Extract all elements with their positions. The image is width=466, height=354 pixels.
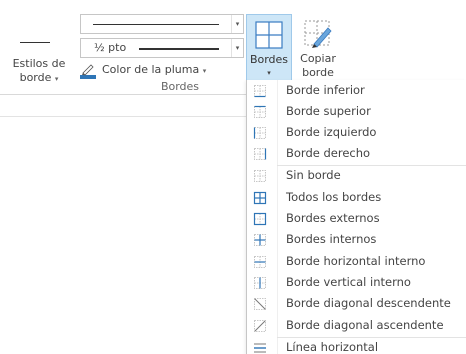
menu-item-border-left[interactable]: Borde izquierdo <box>247 123 466 144</box>
border-styles-button[interactable]: Estilos de borde ▾ <box>2 6 76 86</box>
chevron-down-icon[interactable]: ▾ <box>231 39 243 57</box>
menu-item-border-top[interactable]: Borde superior <box>247 102 466 123</box>
inside-borders-icon <box>254 234 266 246</box>
menu-item-label: Borde horizontal interno <box>286 254 426 268</box>
pen-color-icon <box>80 64 96 79</box>
line-style-select[interactable]: ▾ <box>80 14 244 34</box>
menu-item-label: Borde vertical interno <box>286 275 411 289</box>
menu-item-inside-horizontal-border[interactable]: Borde horizontal interno <box>247 252 466 273</box>
diagonal-up-border-icon <box>254 320 266 332</box>
copy-border-icon <box>304 20 332 48</box>
no-border-icon <box>254 170 266 182</box>
chevron-down-icon: ▾ <box>202 67 207 75</box>
menu-item-inside-vertical-border[interactable]: Borde vertical interno <box>247 273 466 294</box>
border-styles-label: Estilos de borde ▾ <box>2 57 76 86</box>
menu-item-label: Borde diagonal descendente <box>286 296 451 310</box>
document-divider <box>0 116 248 117</box>
menu-item-outside-borders[interactable]: Bordes externos <box>247 209 466 230</box>
borders-grid-icon <box>255 21 283 49</box>
menu-item-label: Bordes externos <box>286 211 380 225</box>
menu-item-label: Borde inferior <box>286 83 365 97</box>
borders-button[interactable]: Bordes ▾ <box>246 14 292 88</box>
copy-border-label-line1: Copiar <box>300 52 336 65</box>
menu-item-border-right[interactable]: Borde derecho <box>247 144 466 165</box>
menu-item-diagonal-down-border[interactable]: Borde diagonal descendente <box>247 294 466 315</box>
borders-dropdown-menu: Borde inferior Borde superior Borde izquie… <box>246 80 466 354</box>
borders-label: Bordes <box>249 53 289 66</box>
diagonal-down-border-icon <box>254 298 266 310</box>
pen-color-label: Color de la pluma ▾ <box>102 63 206 76</box>
group-label: Bordes <box>160 80 200 93</box>
horizontal-line-icon <box>254 343 266 353</box>
pen-color-text: Color de la pluma <box>102 63 200 76</box>
menu-item-horizontal-line[interactable]: Línea horizontal <box>247 338 466 354</box>
menu-item-label: Borde izquierdo <box>286 125 377 139</box>
menu-item-no-border[interactable]: Sin borde <box>247 166 466 187</box>
all-borders-icon <box>253 191 267 205</box>
menu-item-label: Línea horizontal <box>286 340 379 354</box>
menu-item-label: Bordes internos <box>286 232 377 246</box>
inside-horizontal-border-icon <box>254 256 266 268</box>
menu-item-label: Borde diagonal ascendente <box>286 318 444 332</box>
copy-border-button[interactable]: Copiar borde <box>294 14 342 88</box>
border-left-icon <box>253 127 266 139</box>
border-styles-label-line2: borde <box>19 71 52 84</box>
menu-item-label: Borde superior <box>286 104 371 118</box>
border-styles-label-line1: Estilos de <box>12 57 66 70</box>
line-style-preview <box>93 24 219 25</box>
chevron-down-icon: ▾ <box>267 69 271 77</box>
border-top-icon <box>254 105 266 118</box>
chevron-down-icon: ▾ <box>54 75 59 83</box>
outside-borders-icon <box>253 212 267 226</box>
menu-item-label: Todos los bordes <box>286 190 382 204</box>
line-weight-preview <box>139 48 219 50</box>
chevron-down-icon[interactable]: ▾ <box>231 15 243 33</box>
copy-border-label: Copiar borde <box>294 52 342 80</box>
copy-border-label-line2: borde <box>302 66 334 79</box>
border-bottom-icon <box>254 85 266 98</box>
menu-item-diagonal-up-border[interactable]: Borde diagonal ascendente <box>247 316 466 337</box>
border-style-sample <box>20 42 50 43</box>
menu-item-label: Sin borde <box>286 168 341 182</box>
border-right-icon <box>254 148 267 160</box>
inside-vertical-border-icon <box>254 277 266 289</box>
line-weight-select[interactable]: ½ pto ▾ <box>80 38 244 58</box>
line-weight-value: ½ pto <box>94 41 127 54</box>
menu-item-label: Borde derecho <box>286 146 371 160</box>
menu-item-all-borders[interactable]: Todos los bordes <box>247 188 466 209</box>
pen-color-button[interactable]: Color de la pluma ▾ <box>80 62 244 80</box>
menu-item-border-bottom[interactable]: Borde inferior <box>247 81 466 102</box>
menu-item-inside-borders[interactable]: Bordes internos <box>247 230 466 251</box>
